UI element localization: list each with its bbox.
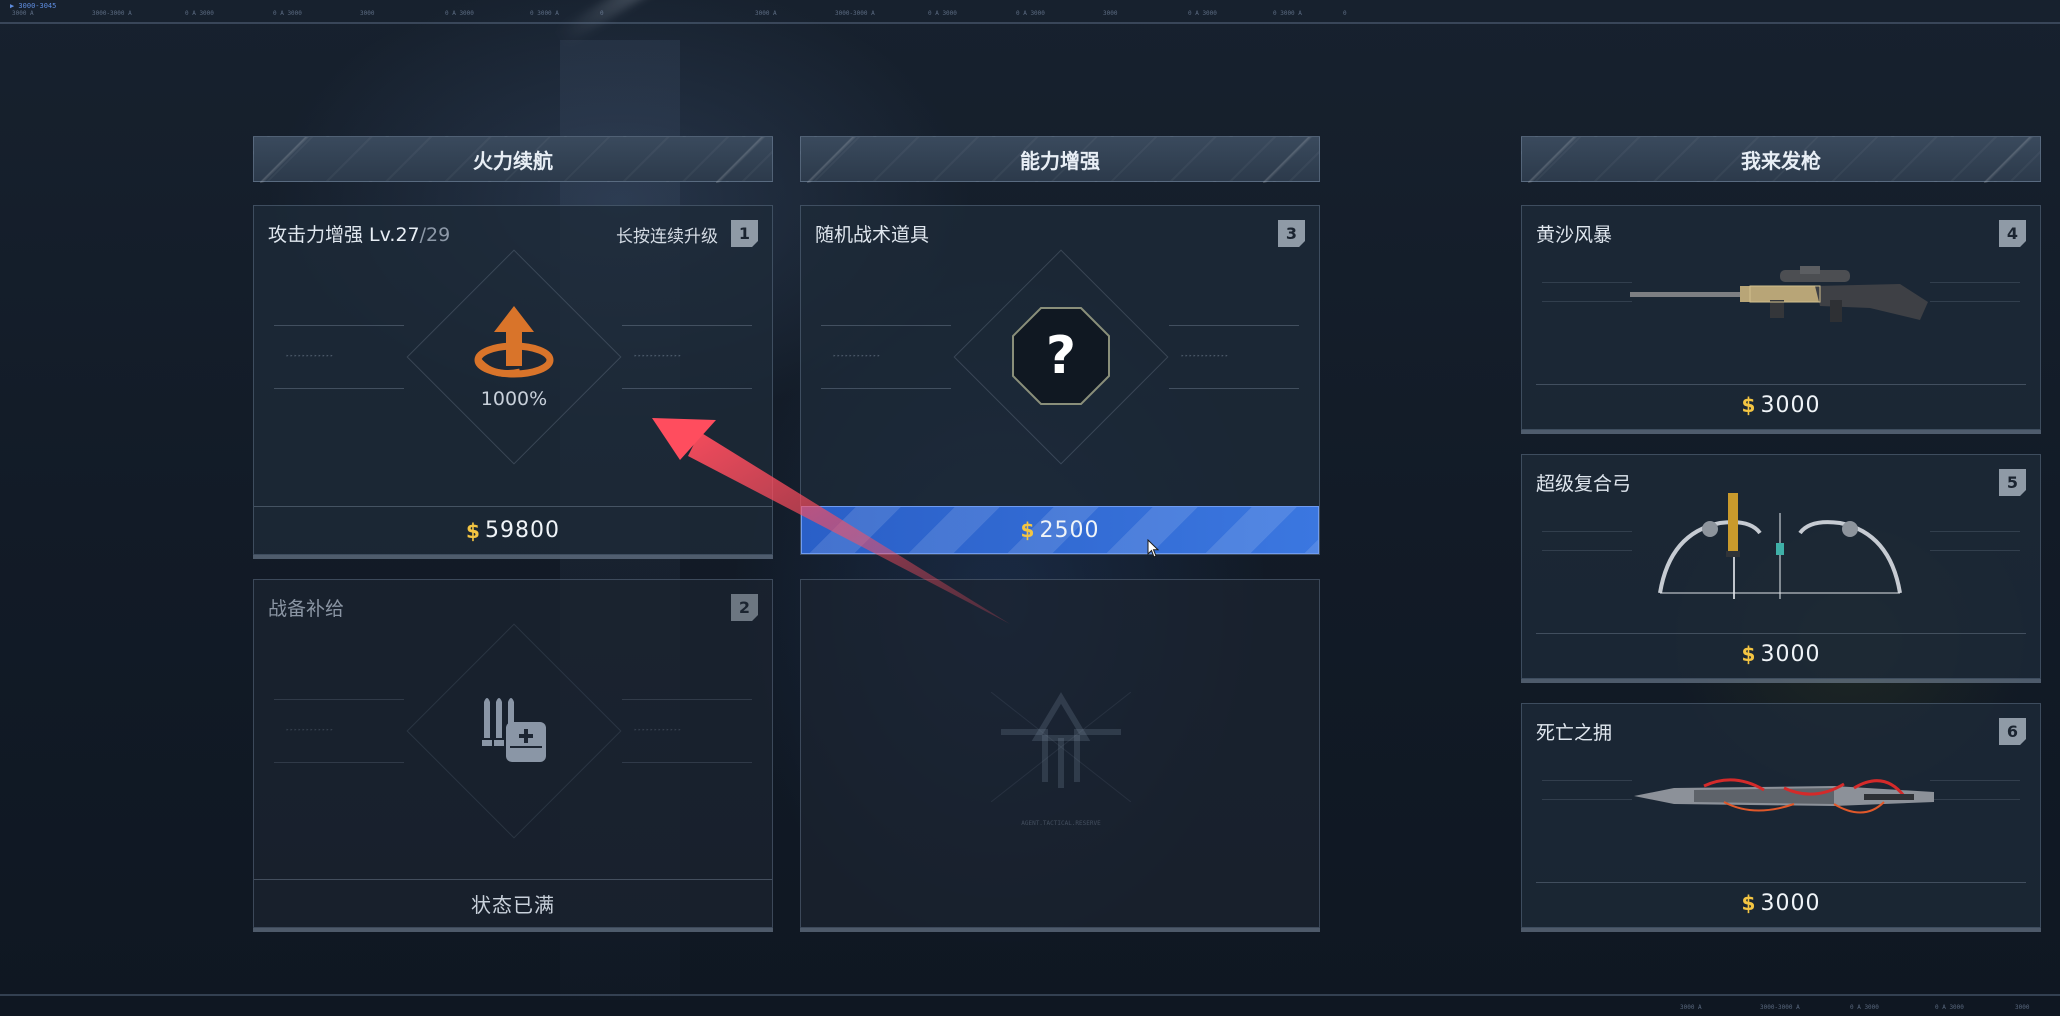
attack-buy-button[interactable]: $ 59800	[254, 506, 772, 554]
ruler-tick: 3000	[1103, 10, 1118, 17]
supply-status: 状态已满	[471, 893, 555, 917]
emblem-watermark-text: AGENT.TACTICAL.RESERVE	[1021, 820, 1101, 827]
coin-icon: $	[1741, 642, 1757, 666]
left-deco-lines: ▸▸▸▸▸▸▸▸▸▸▸▸	[274, 325, 404, 389]
ruler-tick: 0 A 3000	[185, 10, 214, 17]
attack-level: Lv.27	[369, 224, 420, 246]
weapon-buy-button[interactable]: $ 3000	[1522, 381, 2040, 429]
weapon-card-super-bow[interactable]: 超级复合弓 5 $ 3000	[1521, 454, 2041, 683]
card-base-strip	[253, 555, 773, 559]
ammo-supply-icon	[482, 698, 546, 762]
ruler-tick: 3000-3000 A	[92, 10, 132, 17]
attack-percent: 1000%	[480, 388, 548, 410]
ruler-tick: 0 3000 A	[1273, 10, 1302, 17]
supply-title: 战备补给	[268, 598, 345, 620]
coin-icon: $	[1741, 891, 1757, 915]
card-base-strip	[1521, 430, 2041, 434]
header-firepower: 火力续航	[253, 136, 773, 183]
ruler-tag: ▶ 3000-3045	[10, 2, 57, 10]
weapon-buy-button[interactable]: $ 3000	[1522, 879, 2040, 927]
card-base-strip	[800, 928, 1320, 932]
hotkey-badge: 4	[1999, 220, 2026, 247]
emblem-watermark-icon	[991, 692, 1131, 802]
coin-icon: $	[1020, 518, 1036, 542]
hotkey-badge: 2	[731, 594, 758, 621]
hold-to-upgrade-hint: 长按连续升级	[616, 227, 718, 247]
weapon-price: 3000	[1760, 392, 1821, 418]
right-deco-lines: ▸▸▸▸▸▸▸▸▸▸▸▸	[1169, 325, 1299, 389]
random-buy-button[interactable]: $ 2500	[801, 506, 1319, 554]
ruler-tick: 3000-3000 A	[1760, 1004, 1800, 1011]
weapon-title: 超级复合弓	[1536, 473, 1632, 495]
attack-upgrade-card[interactable]: 攻击力增强 Lv.27/29 长按连续升级 1 ▸▸▸▸▸▸▸▸▸▸▸▸ ▸▸▸…	[253, 205, 773, 559]
ruler-tick: 0	[600, 10, 604, 17]
random-price: 2500	[1039, 517, 1100, 543]
random-title: 随机战术道具	[815, 224, 930, 246]
weapon-title: 死亡之拥	[1536, 722, 1613, 744]
hotkey-badge: 3	[1278, 220, 1305, 247]
hotkey-badge: 1	[731, 220, 758, 247]
hotkey-badge: 6	[1999, 718, 2026, 745]
right-deco-lines	[1930, 531, 2020, 551]
weapon-title: 黄沙风暴	[1536, 224, 1613, 246]
left-deco-lines	[1542, 780, 1632, 800]
ruler-tick: 0 A 3000	[1850, 1004, 1879, 1011]
red-blade-icon	[1634, 778, 1934, 814]
ruler-tick: 0 A 3000	[273, 10, 302, 17]
coin-icon: $	[1741, 393, 1757, 417]
left-deco-lines: ▸▸▸▸▸▸▸▸▸▸▸▸	[821, 325, 951, 389]
left-deco-lines	[1542, 531, 1632, 551]
weapon-card-desert-storm[interactable]: 黄沙风暴 4 $ 3000	[1521, 205, 2041, 434]
card-base-strip	[1521, 679, 2041, 683]
mouse-cursor-icon	[1147, 539, 1160, 558]
weapon-buy-button[interactable]: $ 3000	[1522, 630, 2040, 678]
right-deco-lines: ▸▸▸▸▸▸▸▸▸▸▸▸	[622, 699, 752, 763]
top-ruler: ▶ 3000-3045 3000 A 3000-3000 A 0 A 3000 …	[0, 0, 2060, 24]
supply-card: 战备补给 2 ▸▸▸▸▸▸▸▸▸▸▸▸ ▸▸▸▸▸▸▸▸▸▸▸▸ 状态已满	[253, 579, 773, 932]
ruler-tick: 0 A 3000	[1188, 10, 1217, 17]
card-base-strip	[253, 928, 773, 932]
right-deco-lines: ▸▸▸▸▸▸▸▸▸▸▸▸	[622, 325, 752, 389]
ruler-tick: 0 3000 A	[530, 10, 559, 17]
attack-price: 59800	[484, 518, 560, 543]
coin-icon: $	[466, 518, 481, 543]
bottom-ruler: 3000 A 3000-3000 A 0 A 3000 0 A 3000 300…	[0, 994, 2060, 1016]
ruler-tick: 0	[1343, 10, 1347, 17]
question-mark-icon: ?	[1045, 326, 1077, 386]
ruler-tick: 3000 A	[12, 10, 34, 17]
attack-level-max: /29	[419, 224, 451, 246]
left-deco-lines: ▸▸▸▸▸▸▸▸▸▸▸▸	[274, 699, 404, 763]
weapon-price: 3000	[1760, 890, 1821, 916]
sniper-rifle-icon	[1630, 266, 1928, 322]
ruler-tick: 3000 A	[755, 10, 777, 17]
header-weapons: 我来发枪	[1521, 136, 2041, 183]
right-deco-lines	[1930, 282, 2020, 302]
card-base-strip	[1521, 928, 2041, 932]
right-deco-lines	[1930, 780, 2020, 800]
weapon-card-death-embrace[interactable]: 死亡之拥 6 $ 3000	[1521, 703, 2041, 932]
ruler-tick: 3000 A	[1680, 1004, 1702, 1011]
card-title: 攻击力增强 Lv.27/29	[268, 220, 450, 247]
ruler-tick: 0 A 3000	[1935, 1004, 1964, 1011]
ruler-tick: 3000	[2015, 1004, 2030, 1011]
weapon-price: 3000	[1760, 641, 1821, 667]
compound-bow-icon	[1658, 493, 1902, 599]
supply-status-bar: 状态已满	[254, 879, 772, 927]
hotkey-badge: 5	[1999, 469, 2026, 496]
ruler-tick: 3000-3000 A	[835, 10, 875, 17]
random-item-card[interactable]: 随机战术道具 3 ▸▸▸▸▸▸▸▸▸▸▸▸ ▸▸▸▸▸▸▸▸▸▸▸▸ ? $ 2…	[800, 205, 1320, 555]
ruler-tick: 3000	[360, 10, 375, 17]
ruler-tick: 0 A 3000	[928, 10, 957, 17]
header-ability: 能力增强	[800, 136, 1320, 183]
ruler-tick: 0 A 3000	[445, 10, 474, 17]
attack-upgrade-icon	[474, 306, 554, 378]
ruler-tick: 0 A 3000	[1016, 10, 1045, 17]
attack-title: 攻击力增强	[268, 224, 370, 246]
locked-card: AGENT.TACTICAL.RESERVE	[800, 579, 1320, 932]
left-deco-lines	[1542, 282, 1632, 302]
